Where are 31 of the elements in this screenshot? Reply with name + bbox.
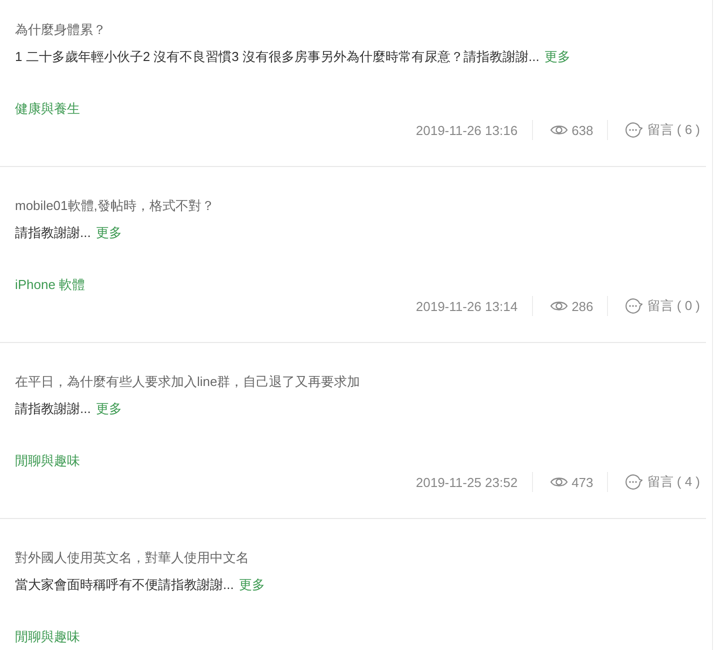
chat-bubble-icon (625, 474, 644, 490)
post-excerpt: 1 二十多歲年輕小伙子2 沒有不良習慣3 沒有很多房事另外為什麼時常有尿意？請指教謝謝... (15, 48, 540, 66)
eye-icon (550, 300, 568, 312)
post-excerpt: 請指教謝謝... (15, 224, 91, 242)
post-excerpt: 請指教謝謝... (15, 400, 91, 418)
post-date: 2019-11-25 23:52 (416, 474, 518, 490)
category-link[interactable]: 健康與養生 (15, 100, 80, 118)
post-title[interactable]: 對外國人使用英文名，對華人使用中文名 (15, 549, 249, 567)
comment-count[interactable]: 留言 ( 6 ) (647, 121, 700, 139)
view-count: 473 (572, 474, 594, 490)
eye-icon (550, 124, 568, 136)
more-link[interactable]: 更多 (96, 400, 122, 418)
post-title[interactable]: mobile01軟體,發帖時，格式不對？ (15, 197, 214, 215)
more-link[interactable]: 更多 (544, 48, 570, 66)
comment-count[interactable]: 留言 ( 4 ) (647, 473, 700, 491)
chat-bubble-icon (625, 298, 644, 314)
post-date: 2019-11-26 13:14 (416, 298, 518, 314)
comment-count[interactable]: 留言 ( 0 ) (647, 297, 700, 315)
chat-bubble-icon (625, 122, 644, 138)
eye-icon (550, 476, 568, 488)
more-link[interactable]: 更多 (238, 576, 265, 594)
more-link[interactable]: 更多 (96, 224, 122, 242)
post-excerpt: 當大家會面時稱呼有不便請指教謝謝... (15, 576, 234, 594)
view-count: 286 (572, 298, 594, 314)
view-count: 638 (572, 122, 594, 138)
category-link[interactable]: iPhone 軟體 (15, 276, 86, 294)
category-link[interactable]: 閒聊與趣味 (15, 452, 80, 470)
post-title[interactable]: 在平日，為什麼有些人要求加入line群，自己退了又再要求加 (15, 373, 360, 391)
post-date: 2019-11-26 13:16 (416, 122, 518, 138)
category-link[interactable]: 閒聊與趣味 (15, 628, 80, 646)
post-title[interactable]: 為什麼身體累？ (15, 21, 106, 39)
